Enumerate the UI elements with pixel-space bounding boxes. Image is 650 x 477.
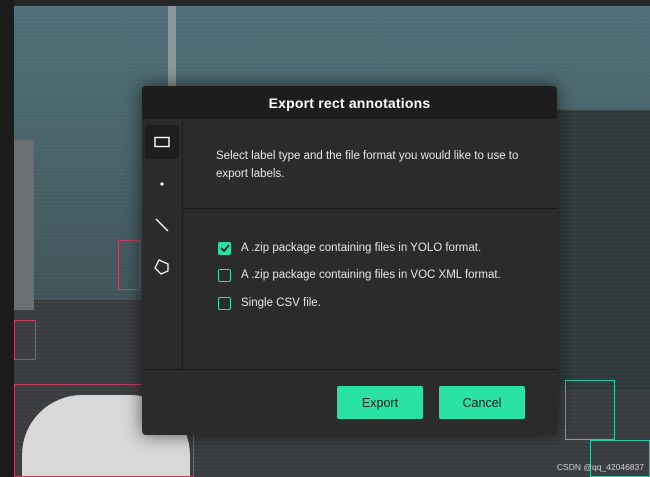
dialog-body: Select label type and the file format yo… [142, 119, 557, 369]
watermark-text: CSDN @qq_42046837 [556, 462, 644, 472]
export-button[interactable]: Export [337, 386, 423, 419]
divider [183, 208, 557, 209]
dialog-description: Select label type and the file format yo… [216, 150, 519, 180]
option-csv[interactable]: Single CSV file. [218, 295, 321, 311]
checkbox-checked[interactable] [218, 241, 231, 255]
checkbox-unchecked[interactable] [218, 296, 231, 310]
rectangle-icon [154, 136, 170, 148]
line-icon [155, 218, 169, 232]
checkbox-unchecked[interactable] [218, 268, 231, 282]
label-type-sidebar [142, 119, 183, 369]
polygon-tool-button[interactable] [145, 250, 179, 284]
dialog-title: Export rect annotations [268, 94, 431, 111]
option-voc-xml[interactable]: A .zip package containing files in VOC X… [218, 267, 501, 283]
option-yolo[interactable]: A .zip package containing files in YOLO … [218, 240, 481, 256]
dialog-header: Export rect annotations [142, 86, 557, 119]
option-label: A .zip package containing files in VOC X… [241, 269, 501, 281]
point-icon [160, 182, 164, 186]
rect-tool-button[interactable] [145, 125, 179, 159]
line-tool-button[interactable] [145, 208, 179, 242]
option-label: A .zip package containing files in YOLO … [241, 242, 482, 254]
export-dialog: Export rect annotations Select label typ… [142, 86, 557, 435]
dialog-content: Select label type and the file format yo… [183, 119, 557, 369]
checkmark-icon [219, 244, 230, 252]
option-label: Single CSV file. [241, 297, 321, 309]
cancel-button[interactable]: Cancel [439, 386, 525, 419]
polygon-icon [154, 259, 169, 275]
point-tool-button[interactable] [145, 167, 179, 201]
footer-divider [142, 369, 557, 370]
